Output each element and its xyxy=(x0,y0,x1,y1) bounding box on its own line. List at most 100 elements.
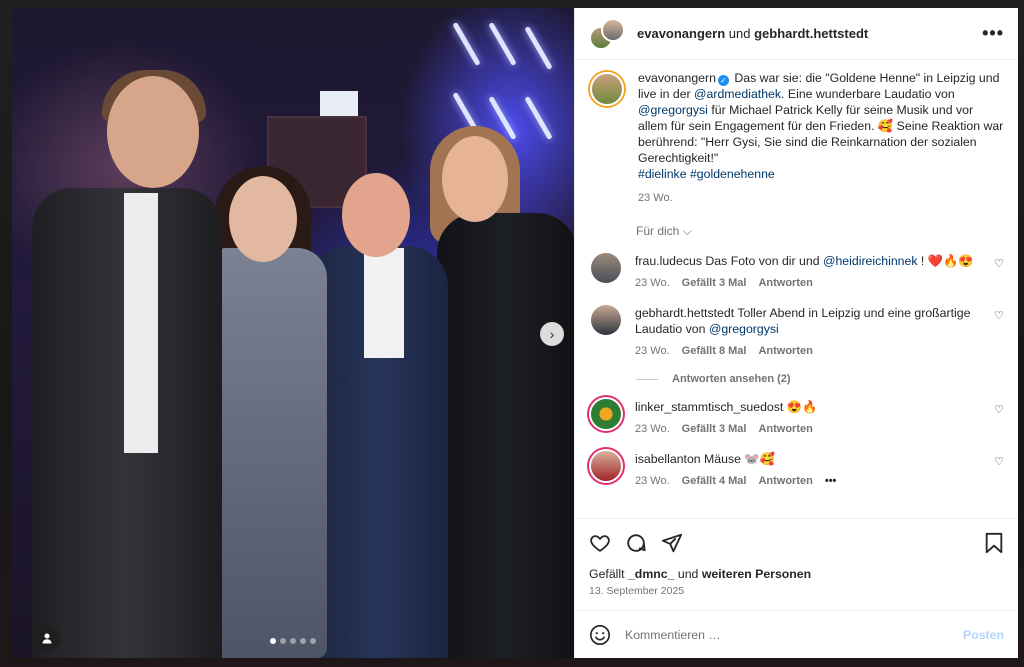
comment-username[interactable]: isabellanton xyxy=(635,452,701,466)
liker-link[interactable]: _dmnc_ xyxy=(628,567,674,581)
caption-part: . Eine wunderbare Laudatio von xyxy=(781,87,955,101)
post-date[interactable]: 13. September 2025 xyxy=(589,585,1004,597)
carousel-dot xyxy=(300,638,306,644)
avatar[interactable] xyxy=(591,399,621,429)
comment-icon[interactable] xyxy=(625,532,647,554)
author-link[interactable]: evavonangern xyxy=(637,26,725,41)
person-3-shirt xyxy=(364,248,404,358)
user-tag-icon[interactable] xyxy=(34,625,60,651)
heart-icon[interactable]: ♡ xyxy=(994,403,1004,416)
caption-username[interactable]: evavonangern xyxy=(638,71,716,85)
mention-link[interactable]: @gregorgysi xyxy=(709,322,779,336)
comment-meta: 23 Wo. Gefällt 3 Mal Antworten xyxy=(635,275,976,291)
comment-body: gebhardt.hettstedt Toller Abend in Leipz… xyxy=(635,305,1004,359)
post-photo[interactable]: › xyxy=(12,8,574,658)
more-icon[interactable]: ••• xyxy=(825,473,837,489)
comment-meta: 23 Wo. Gefällt 8 Mal Antworten xyxy=(635,343,976,359)
heart-icon[interactable]: ♡ xyxy=(994,309,1004,322)
carousel-dot xyxy=(280,638,286,644)
author-joiner: und xyxy=(728,26,751,41)
caption-text: evavonangern ✓ Das war sie: die "Goldene … xyxy=(638,70,1004,206)
mention-link[interactable]: @gregorgysi xyxy=(638,103,708,117)
mention-link[interactable]: @heidireichinnek xyxy=(823,254,918,268)
sort-label: Für dich xyxy=(636,224,680,238)
comments-scroll[interactable]: evavonangern ✓ Das war sie: die "Goldene … xyxy=(575,60,1018,518)
heart-icon[interactable] xyxy=(589,532,611,554)
comment-item: linker_stammtisch_suedost 😍🔥 23 Wo. Gefä… xyxy=(589,399,1004,437)
action-bar xyxy=(589,529,1004,557)
view-replies-button[interactable]: Antworten ansehen (2) xyxy=(636,373,1004,385)
person-1-face xyxy=(107,76,199,188)
carousel-dot xyxy=(290,638,296,644)
carousel-dot xyxy=(270,638,276,644)
carousel-dot xyxy=(310,638,316,644)
post-actions: Gefällt _dmnc_ und weiteren Personen 13.… xyxy=(575,518,1018,610)
caption-age[interactable]: 23 Wo. xyxy=(638,190,1004,206)
hashtag-links[interactable]: #dielinke #goldenehenne xyxy=(638,167,775,181)
likes-middle: und xyxy=(674,567,702,581)
person-2-face xyxy=(229,176,297,262)
heart-icon[interactable]: ♡ xyxy=(994,257,1004,270)
reply-button[interactable]: Antworten xyxy=(758,421,812,437)
person-3-face xyxy=(342,173,410,257)
person-4-face xyxy=(442,136,508,222)
comment-body: linker_stammtisch_suedost 😍🔥 23 Wo. Gefä… xyxy=(635,399,1004,437)
likers-link[interactable]: weiteren Personen xyxy=(702,567,811,581)
post-sidebar: evavonangern und gebhardt.hettstedt ••• … xyxy=(574,8,1018,658)
comment-item: frau.ludecus Das Foto von dir und @heidi… xyxy=(589,253,1004,291)
comment-age[interactable]: 23 Wo. xyxy=(635,473,670,489)
avatar[interactable] xyxy=(601,17,625,42)
caption-row: evavonangern ✓ Das war sie: die "Goldene … xyxy=(589,70,1004,206)
heart-icon[interactable]: ♡ xyxy=(994,455,1004,468)
comment-composer: Kommentieren … Posten xyxy=(575,610,1018,658)
comment-input[interactable]: Kommentieren … xyxy=(625,628,949,642)
mention-link[interactable]: @ardmediathek xyxy=(694,87,781,101)
avatar[interactable] xyxy=(591,451,621,481)
comment-username[interactable]: frau.ludecus xyxy=(635,254,702,268)
reply-button[interactable]: Antworten xyxy=(758,343,812,359)
comment-likes[interactable]: Gefällt 3 Mal xyxy=(682,275,747,291)
collab-avatars[interactable] xyxy=(589,16,625,52)
post-comment-button[interactable]: Posten xyxy=(963,628,1004,642)
post-modal: › evavonangern und gebhardt.hettstedt ••… xyxy=(12,8,1018,658)
stage-light xyxy=(524,95,553,141)
comment-text: Das Foto von dir und xyxy=(702,254,823,268)
comment-text: 😍🔥 xyxy=(783,400,818,414)
comment-text: Mäuse 🐭🥰 xyxy=(700,452,776,466)
comment-meta: 23 Wo. Gefällt 4 Mal Antworten ••• xyxy=(635,473,976,489)
stage-light xyxy=(524,25,553,71)
post-authors: evavonangern und gebhardt.hettstedt xyxy=(637,26,982,41)
avatar[interactable] xyxy=(590,72,624,106)
likes-prefix: Gefällt xyxy=(589,567,628,581)
reply-button[interactable]: Antworten xyxy=(758,473,812,489)
comment-text: ! ❤️🔥😍 xyxy=(917,254,974,268)
sort-dropdown[interactable]: Für dich ⌵ xyxy=(636,224,1004,239)
comment-likes[interactable]: Gefällt 3 Mal xyxy=(682,421,747,437)
reply-button[interactable]: Antworten xyxy=(758,275,812,291)
comment-item: gebhardt.hettstedt Toller Abend in Leipz… xyxy=(589,305,1004,359)
comment-body: isabellanton Mäuse 🐭🥰 23 Wo. Gefällt 4 M… xyxy=(635,451,1004,489)
more-icon[interactable]: ••• xyxy=(982,23,1004,44)
comment-age[interactable]: 23 Wo. xyxy=(635,421,670,437)
stage-light xyxy=(452,21,481,67)
avatar[interactable] xyxy=(591,305,621,335)
comment-username[interactable]: linker_stammtisch_suedost xyxy=(635,400,783,414)
bookmark-icon[interactable] xyxy=(984,532,1004,554)
comment-body: frau.ludecus Das Foto von dir und @heidi… xyxy=(635,253,1004,291)
chevron-down-icon: ⌵ xyxy=(682,224,692,238)
stage-light xyxy=(488,21,517,67)
comment-username[interactable]: gebhardt.hettstedt xyxy=(635,306,734,320)
author-link[interactable]: gebhardt.hettstedt xyxy=(754,26,868,41)
comment-age[interactable]: 23 Wo. xyxy=(635,343,670,359)
share-icon[interactable] xyxy=(661,532,683,554)
emoji-icon[interactable] xyxy=(589,624,611,646)
comment-age[interactable]: 23 Wo. xyxy=(635,275,670,291)
person-1-shirt xyxy=(124,193,158,453)
post-header: evavonangern und gebhardt.hettstedt ••• xyxy=(575,8,1018,60)
avatar[interactable] xyxy=(591,253,621,283)
chevron-right-icon[interactable]: › xyxy=(540,322,564,346)
comment-likes[interactable]: Gefällt 4 Mal xyxy=(682,473,747,489)
comment-meta: 23 Wo. Gefällt 3 Mal Antworten xyxy=(635,421,976,437)
verified-icon: ✓ xyxy=(717,75,729,86)
comment-likes[interactable]: Gefällt 8 Mal xyxy=(682,343,747,359)
